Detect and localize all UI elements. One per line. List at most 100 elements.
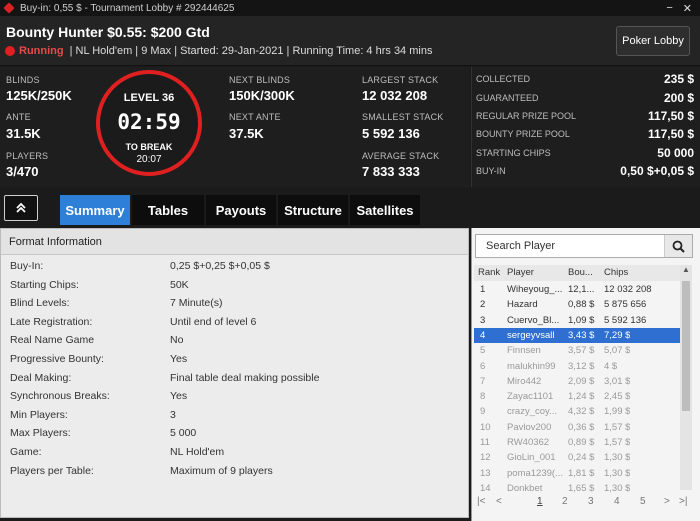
player-bounty: 12,1... (568, 284, 595, 295)
format-label: Blind Levels: (10, 297, 70, 310)
format-label: Players per Table: (10, 464, 94, 477)
player-chips: 1,57 $ (604, 437, 631, 448)
ante-label: ANTE (6, 112, 31, 122)
prize-value: 235 $ (663, 72, 694, 86)
player-rank: 10 (480, 421, 491, 433)
column-header-chips[interactable]: Chips (604, 267, 628, 278)
player-row[interactable]: 2 Hazard 0,88 $ 5 875 656 (474, 297, 680, 312)
collapse-button[interactable] (4, 195, 38, 221)
app-logo-icon (3, 2, 15, 14)
player-name: poma1239(... (507, 467, 563, 479)
tab-tables[interactable]: Tables (132, 195, 204, 225)
next-page-button[interactable]: > (664, 496, 670, 507)
scroll-up-arrow-icon[interactable]: ▲ (680, 265, 692, 277)
prize-value: 0,50 $+0,05 $ (620, 164, 694, 178)
format-label: Buy-In: (10, 260, 44, 272)
page-link[interactable]: 4 (614, 496, 620, 507)
stats-panel: BLINDS 125K/250K ANTE 31.5K PLAYERS 3/47… (0, 67, 470, 187)
player-row[interactable]: 12 GioLin_001 0,24 $ 1,30 $ (474, 450, 680, 465)
column-header-player[interactable]: Player (507, 267, 534, 278)
close-button[interactable]: ✕ (683, 2, 692, 15)
format-row: Real Name Game No (10, 334, 450, 352)
next-ante-value: 37.5K (229, 126, 264, 141)
tab-summary[interactable]: Summary (60, 195, 130, 225)
player-rank: 6 (480, 360, 486, 372)
page-link[interactable]: 2 (562, 496, 568, 507)
search-input[interactable]: Search Player (486, 240, 555, 252)
format-row: Min Players: 3 (10, 409, 450, 427)
player-chips: 3,01 $ (604, 375, 631, 387)
format-value: Maximum of 9 players (170, 464, 273, 477)
tab-bar: Summary Tables Payouts Structure Satelli… (0, 187, 470, 227)
format-row: Max Players: 5 000 (10, 427, 450, 445)
format-label: Real Name Game (10, 334, 95, 347)
prize-label: COLLECTED (476, 74, 531, 84)
poker-lobby-button[interactable]: Poker Lobby (616, 26, 690, 56)
format-label: Deal Making: (10, 371, 72, 384)
prize-row: BOUNTY PRIZE POOL 117,50 $ (476, 125, 694, 143)
player-row[interactable]: 5 Finnsen 3,57 $ 5,07 $ (474, 343, 680, 358)
player-chips: 2,45 $ (604, 391, 631, 403)
player-row[interactable]: 1 Wiheyoug_... 12,1... 12 032 208 (474, 282, 680, 297)
prize-row: GUARANTEED 200 $ (476, 89, 694, 107)
next-blinds-value: 150K/300K (229, 88, 295, 103)
player-row[interactable]: 9 crazy_coy... 4,32 $ 1,99 $ (474, 404, 680, 419)
prev-page-button[interactable]: < (496, 496, 502, 507)
next-blinds-label: NEXT BLINDS (229, 75, 291, 85)
prize-row: STARTING CHIPS 50 000 (476, 144, 694, 162)
player-rank: 13 (480, 467, 491, 479)
column-header-bounty[interactable]: Bou... (568, 267, 593, 278)
prize-label: REGULAR PRIZE POOL (476, 111, 577, 121)
player-rank: 7 (480, 375, 486, 387)
page-link[interactable]: 3 (588, 496, 594, 507)
next-ante-label: NEXT ANTE (229, 112, 281, 122)
format-row: Progressive Bounty: Yes (10, 353, 450, 371)
format-row: Buy-In: 0,25 $+0,25 $+0,05 $ (10, 260, 450, 278)
player-table-header: Rank Player Bou... Chips (474, 265, 680, 281)
format-heading: Format Information (1, 229, 468, 255)
player-list-scrollbar[interactable]: ▲ (680, 265, 692, 490)
player-bounty: 1,24 $ (568, 391, 595, 403)
tab-satellites[interactable]: Satellites (350, 195, 420, 225)
format-row: Deal Making: Final table deal making poss… (10, 372, 450, 390)
scrollbar-thumb[interactable] (682, 281, 690, 411)
player-row[interactable]: 13 poma1239(... 1,81 $ 1,30 $ (474, 466, 680, 481)
player-row[interactable]: 6 malukhin99 3,12 $ 4 $ (474, 359, 680, 374)
tab-payouts[interactable]: Payouts (206, 195, 276, 225)
player-row[interactable]: 10 Pavlov200 0,36 $ 1,57 $ (474, 420, 680, 435)
player-name: Miro442 (507, 375, 542, 387)
last-page-button[interactable]: >| (679, 496, 687, 507)
column-header-rank[interactable]: Rank (478, 267, 500, 278)
player-row[interactable]: 7 Miro442 2,09 $ 3,01 $ (474, 374, 680, 389)
format-value: 5 000 (170, 427, 197, 440)
search-player-field[interactable]: Search Player (475, 234, 693, 258)
player-row[interactable]: 3 Cuervo_Bl... 1,09 $ 5 592 136 (474, 313, 680, 328)
player-chips: 1,30 $ (604, 467, 631, 479)
format-value: Final table deal making possible (170, 371, 320, 384)
first-page-button[interactable]: |< (477, 496, 485, 507)
player-row[interactable]: 4 sergeyvsall 3,43 $ 7,29 $ (474, 327, 680, 343)
minimize-button[interactable]: − (666, 2, 672, 15)
player-name: Zayac1101 (507, 391, 554, 403)
player-bounty: 3,57 $ (568, 345, 595, 357)
largest-stack-label: LARGEST STACK (362, 75, 439, 85)
player-rank: 1 (480, 284, 486, 295)
player-rank: 11 (480, 437, 490, 448)
tab-structure[interactable]: Structure (278, 195, 348, 225)
player-chips: 12 032 208 (604, 284, 652, 295)
player-bounty: 0,36 $ (568, 421, 595, 433)
page-link[interactable]: 5 (640, 496, 646, 507)
player-row[interactable]: 8 Zayac1101 1,24 $ 2,45 $ (474, 389, 680, 404)
player-chips: 7,29 $ (604, 329, 631, 341)
player-name: crazy_coy... (507, 406, 557, 418)
format-value: 3 (170, 408, 176, 421)
format-value: 7 Minute(s) (170, 297, 223, 310)
player-bounty: 1,09 $ (568, 314, 595, 326)
player-bounty: 4,32 $ (568, 406, 595, 418)
player-row[interactable]: 11 RW40362 0,89 $ 1,57 $ (474, 435, 680, 450)
page-link[interactable]: 1 (537, 496, 543, 507)
search-button[interactable] (664, 235, 692, 257)
format-value: 50K (170, 278, 189, 291)
format-label: Starting Chips: (10, 278, 79, 291)
format-row: Players per Table: Maximum of 9 players (10, 465, 450, 483)
